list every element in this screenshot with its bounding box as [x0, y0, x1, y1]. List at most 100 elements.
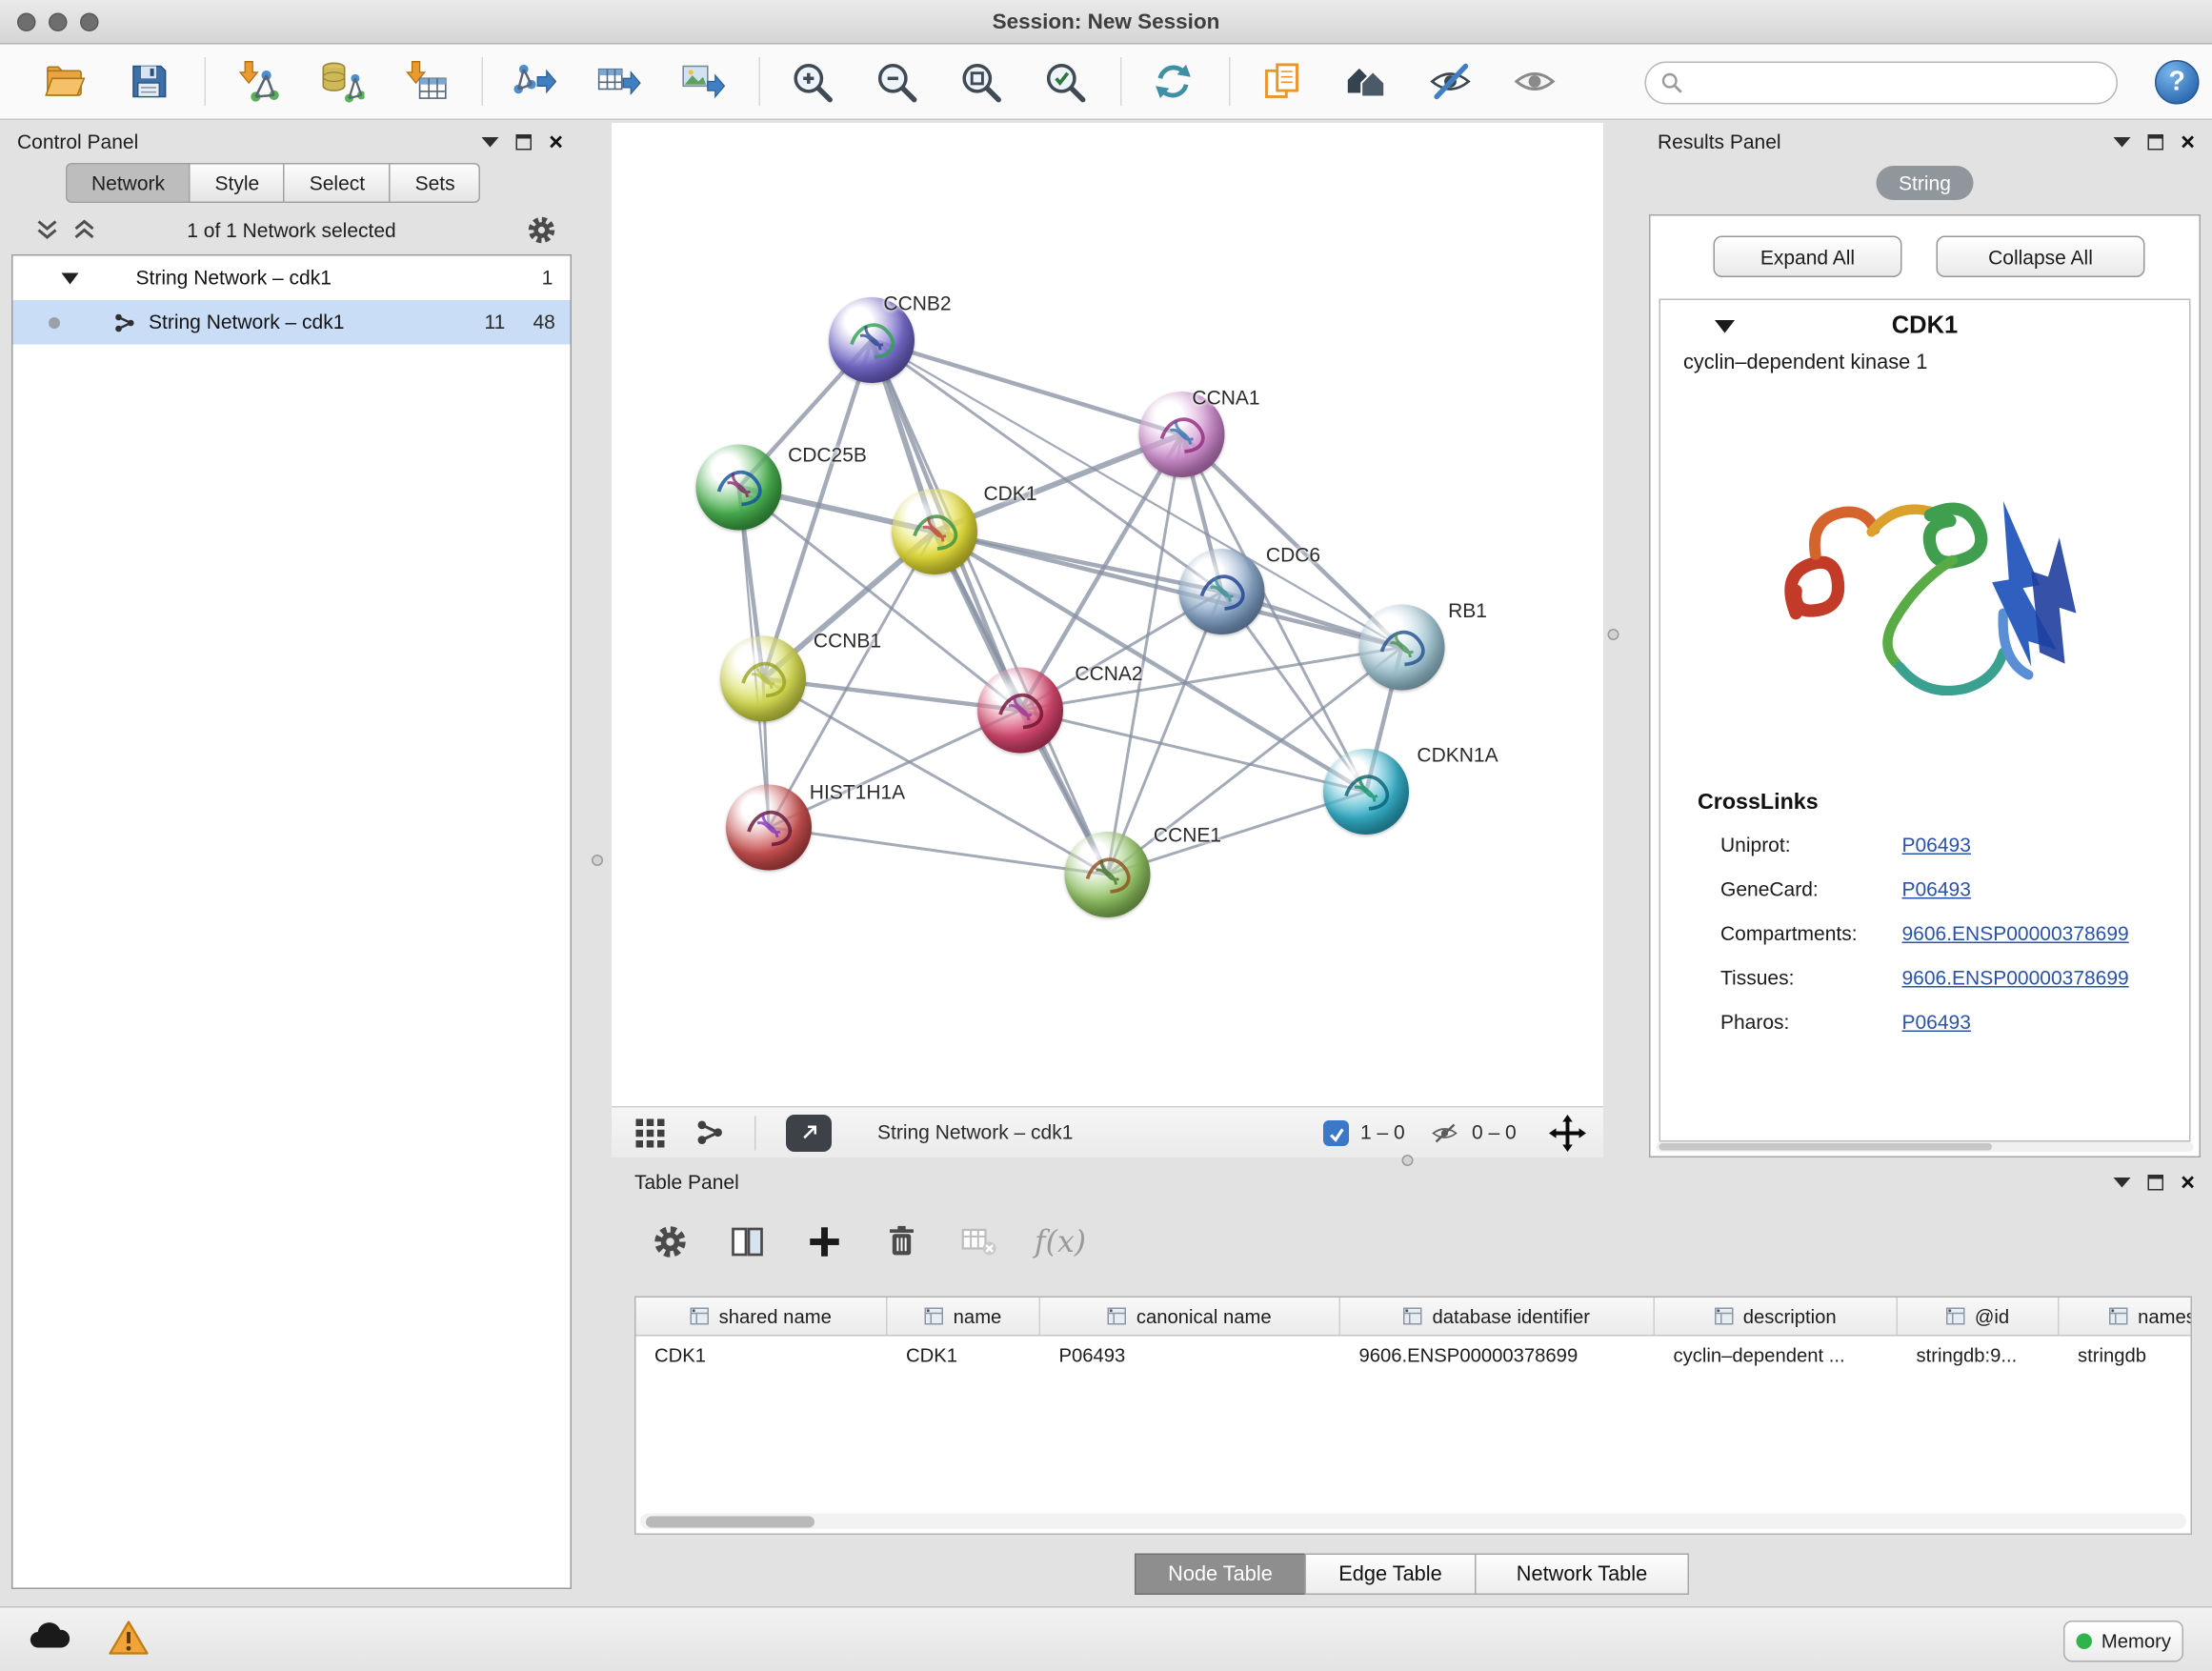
network-node-CDKN1A[interactable] — [1323, 749, 1409, 835]
vertical-splitter-handle[interactable] — [1608, 629, 1619, 640]
hide-selected-button[interactable] — [1419, 50, 1482, 113]
warning-icon[interactable] — [109, 1621, 149, 1663]
tab-sets[interactable]: Sets — [391, 163, 481, 203]
pan-crosshair-icon[interactable] — [1549, 1115, 1586, 1159]
create-column-plus-icon[interactable] — [803, 1220, 846, 1263]
string-results-container: Expand All Collapse All CDK1 cyclin–depe… — [1649, 214, 2201, 1158]
panel-float-icon[interactable] — [516, 133, 533, 150]
column-header[interactable]: database identifier — [1340, 1298, 1655, 1335]
column-header[interactable]: shared name — [636, 1298, 888, 1335]
copy-button[interactable] — [1251, 50, 1314, 113]
tab-node-table[interactable]: Node Table — [1135, 1554, 1306, 1596]
export-network-button[interactable] — [503, 50, 566, 113]
selected-checkbox-icon[interactable] — [1323, 1120, 1349, 1146]
network-node-CCNE1[interactable] — [1065, 832, 1151, 917]
panel-float-icon[interactable] — [2148, 1174, 2164, 1190]
network-canvas[interactable]: CCNB2CCNA1CDC25BCDK1CDC6RB1CCNB1CCNA2CDK… — [612, 123, 1603, 1106]
show-hide-details-button[interactable] — [1503, 50, 1566, 113]
zoom-out-button[interactable] — [865, 50, 928, 113]
network-node-CDC6[interactable] — [1179, 549, 1265, 634]
crosslink-link[interactable]: P06493 — [1902, 834, 1971, 856]
network-options-gear-icon[interactable] — [526, 214, 557, 253]
crosslink-link[interactable]: 9606.ENSP00000378699 — [1902, 922, 2129, 945]
delete-table-icon[interactable] — [957, 1220, 1000, 1263]
expand-all-button[interactable]: Expand All — [1714, 236, 1902, 278]
window-zoom-button[interactable] — [80, 13, 99, 32]
table-row[interactable]: CDK1 CDK1 P06493 9606.ENSP00000378699 cy… — [636, 1337, 2191, 1376]
import-network-from-database-button[interactable] — [311, 50, 373, 113]
hidden-eye-slash-icon[interactable] — [1429, 1119, 1460, 1156]
panel-close-icon[interactable]: × — [549, 130, 563, 154]
network-node-label: CDK1 — [983, 482, 1036, 505]
import-network-from-file-button[interactable] — [226, 50, 289, 113]
network-nodes-layer: CCNB2CCNA1CDC25BCDK1CDC6RB1CCNB1CCNA2CDK… — [612, 123, 1603, 1106]
collapse-all-button[interactable]: Collapse All — [1937, 236, 2145, 278]
results-tab-string[interactable]: String — [1876, 166, 1974, 200]
tab-style[interactable]: Style — [191, 163, 285, 203]
network-node-CCNB1[interactable] — [720, 636, 806, 722]
export-table-button[interactable] — [588, 50, 651, 113]
open-session-button[interactable] — [33, 50, 96, 113]
traffic-lights — [17, 13, 111, 32]
column-header[interactable]: @id — [1898, 1298, 2060, 1335]
column-header[interactable]: namespace — [2060, 1298, 2193, 1335]
network-collection-row[interactable]: String Network – cdk1 1 — [13, 256, 571, 301]
network-node-CDC25B[interactable] — [696, 445, 782, 531]
tab-select[interactable]: Select — [285, 163, 391, 203]
tab-edge-table[interactable]: Edge Table — [1305, 1554, 1477, 1596]
window-minimize-button[interactable] — [49, 13, 68, 32]
vertical-splitter-handle[interactable] — [592, 855, 603, 866]
export-image-button[interactable] — [672, 50, 734, 113]
crosslink-row: GeneCard: P06493 — [1660, 869, 2189, 914]
network-node-CCNB2[interactable] — [829, 297, 915, 383]
panel-float-icon[interactable] — [2148, 133, 2164, 150]
memory-button[interactable]: Memory — [2063, 1621, 2183, 1662]
tab-network-table[interactable]: Network Table — [1475, 1554, 1689, 1596]
home-button[interactable] — [1335, 50, 1398, 113]
crosslink-link[interactable]: 9606.ENSP00000378699 — [1902, 966, 2129, 989]
documents-icon — [1259, 59, 1305, 105]
table-settings-gear-icon[interactable] — [649, 1220, 692, 1263]
function-builder-button[interactable]: f(x) — [1035, 1225, 1086, 1259]
birdseye-grid-icon[interactable] — [634, 1117, 666, 1157]
panel-menu-icon[interactable] — [2114, 1177, 2131, 1187]
search-input[interactable] — [1694, 72, 2102, 94]
column-header[interactable]: name — [888, 1298, 1041, 1335]
crosslink-link[interactable]: P06493 — [1902, 1011, 1971, 1034]
column-header[interactable]: canonical name — [1040, 1298, 1340, 1335]
column-header[interactable]: description — [1655, 1298, 1898, 1335]
crosslink-link[interactable]: P06493 — [1902, 877, 1971, 900]
section-collapse-icon[interactable] — [1715, 320, 1735, 333]
network-node-RB1[interactable] — [1359, 605, 1445, 691]
zoom-fit-content-button[interactable] — [949, 50, 1012, 113]
network-node-CCNA1[interactable] — [1139, 392, 1225, 477]
window-close-button[interactable] — [17, 13, 36, 32]
network-row[interactable]: String Network – cdk1 11 48 — [13, 300, 571, 345]
select-columns-icon[interactable] — [726, 1220, 769, 1263]
network-node-CDK1[interactable] — [892, 489, 977, 574]
zoom-selected-region-button[interactable] — [1034, 50, 1096, 113]
import-table-from-file-button[interactable] — [394, 50, 457, 113]
collection-expand-icon[interactable] — [62, 273, 79, 285]
refresh-network-view-button[interactable] — [1142, 50, 1205, 113]
refresh-icon — [1151, 59, 1196, 105]
network-node-HIST1H1A[interactable] — [726, 785, 812, 871]
panel-close-icon[interactable]: × — [2181, 1170, 2195, 1195]
network-node-CCNA2[interactable] — [977, 668, 1063, 754]
horizontal-splitter-handle[interactable] — [1402, 1155, 1414, 1166]
panel-menu-icon[interactable] — [482, 136, 499, 147]
crosslink-label: GeneCard: — [1720, 877, 1819, 900]
delete-column-trash-icon[interactable] — [880, 1220, 923, 1263]
network-share-icon[interactable] — [694, 1117, 725, 1155]
results-scrollbar-thumb[interactable] — [1659, 1143, 1993, 1151]
scrollbar-thumb[interactable] — [646, 1516, 814, 1527]
panel-close-icon[interactable]: × — [2181, 130, 2195, 154]
tab-network[interactable]: Network — [66, 163, 191, 203]
save-session-button[interactable] — [117, 50, 180, 113]
zoom-in-button[interactable] — [780, 50, 843, 113]
open-in-browser-button[interactable] — [786, 1115, 832, 1152]
cloud-icon[interactable] — [29, 1621, 71, 1660]
panel-menu-icon[interactable] — [2114, 136, 2131, 147]
search-box[interactable] — [1645, 62, 2119, 105]
help-button[interactable]: ? — [2155, 60, 2200, 105]
